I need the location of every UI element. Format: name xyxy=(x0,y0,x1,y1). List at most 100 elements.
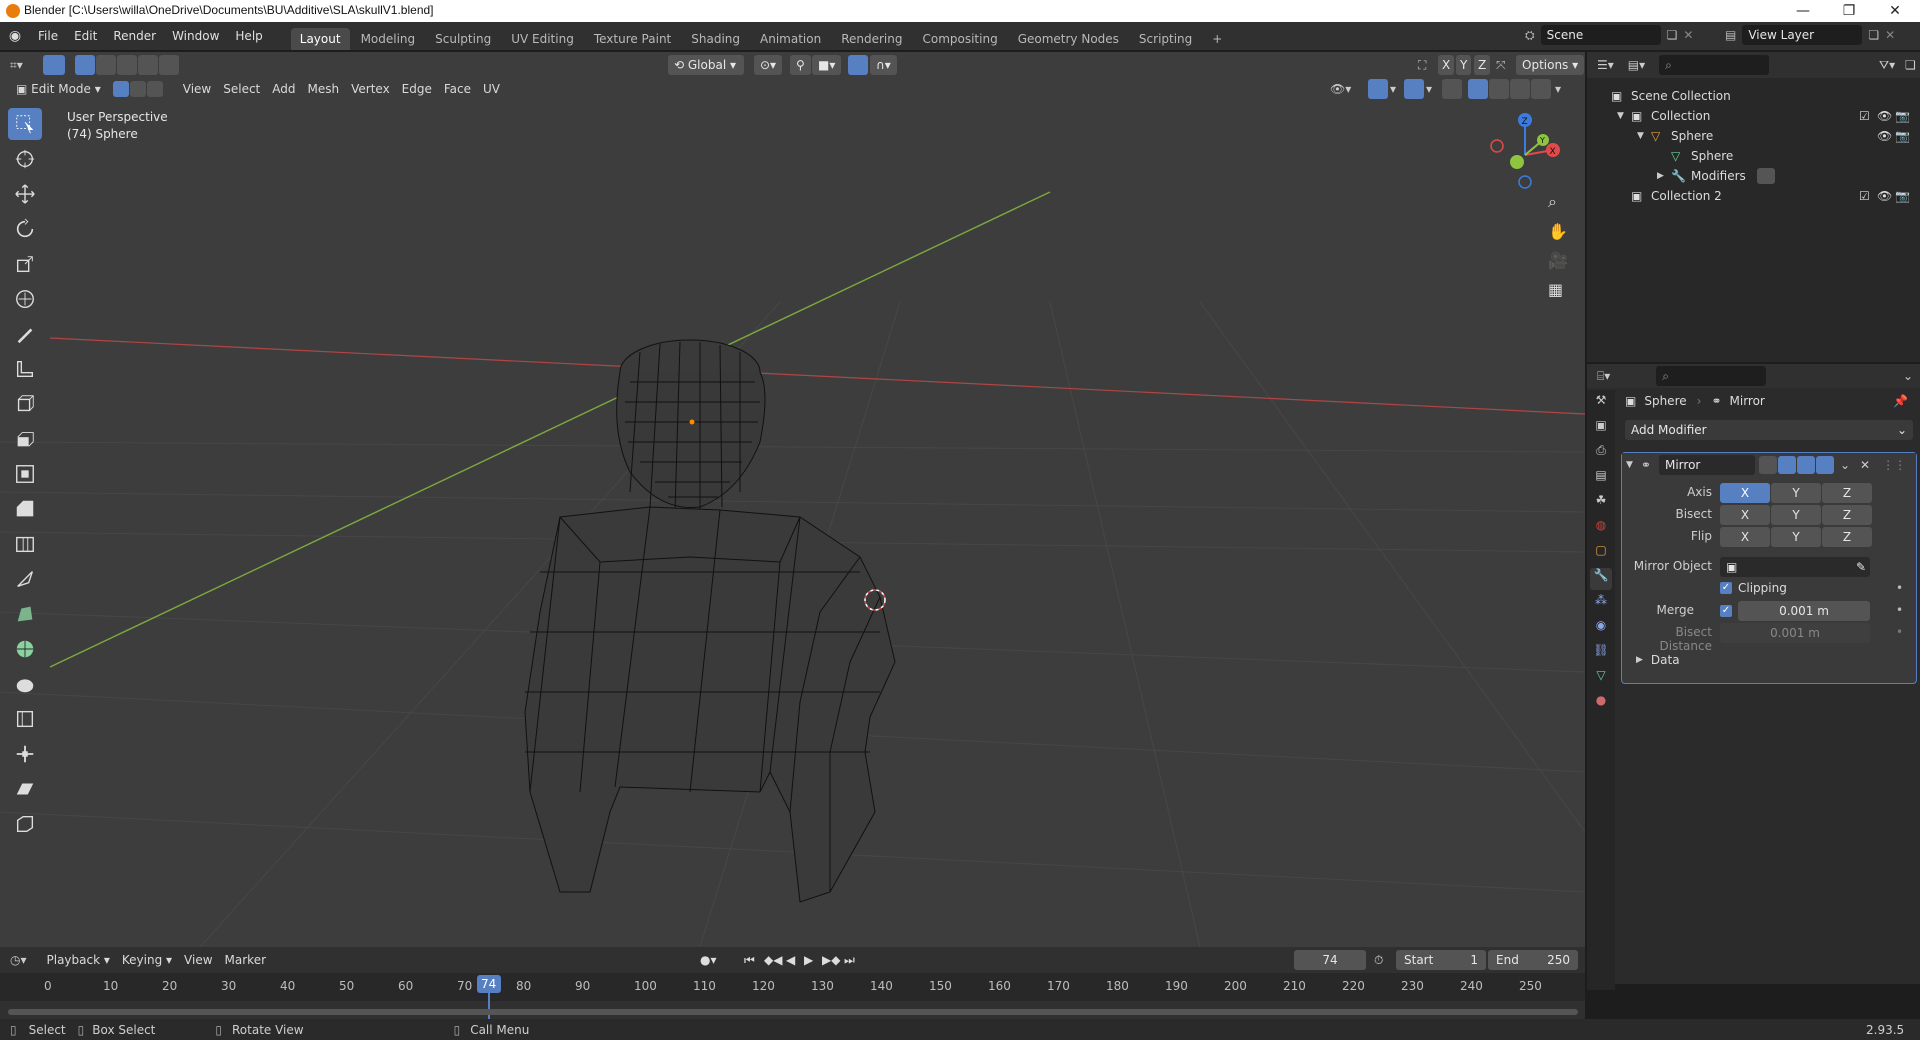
end-frame-field[interactable]: End 250 xyxy=(1488,950,1578,970)
select-new-icon[interactable] xyxy=(74,55,95,75)
tab-geometry-nodes[interactable]: Geometry Nodes xyxy=(1009,28,1128,50)
flip-x-toggle[interactable]: X xyxy=(1720,527,1770,547)
view-layer-selector[interactable]: ▤ View Layer ❏ ✕ xyxy=(1725,25,1895,45)
object-tab-icon[interactable]: ▢ xyxy=(1590,543,1612,565)
bisect-distance-field[interactable]: 0.001 m xyxy=(1720,623,1870,643)
outliner-row-sphere-mesh-data[interactable]: ▽ Sphere xyxy=(1587,146,1920,166)
shrink-fatten-tool[interactable] xyxy=(8,738,42,770)
menu-select[interactable]: Select xyxy=(217,79,266,99)
merge-checkbox[interactable]: ✓ xyxy=(1720,605,1732,617)
select-tool-icon[interactable] xyxy=(42,55,65,75)
menu-mesh[interactable]: Mesh xyxy=(302,79,346,99)
play-reverse-icon[interactable]: ◀ xyxy=(786,953,795,967)
menu-edge[interactable]: Edge xyxy=(396,79,438,99)
world-tab-icon[interactable]: ◍ xyxy=(1590,518,1612,540)
pin-icon[interactable]: 📌 xyxy=(1893,394,1908,408)
navigation-gizmo[interactable]: Z Y X xyxy=(1485,110,1565,190)
menu-marker[interactable]: Marker xyxy=(219,950,272,970)
menu-view[interactable]: View xyxy=(177,79,217,99)
zoom-icon[interactable]: ⌕ xyxy=(1548,192,1568,212)
scene-selector[interactable]: ⛭ Scene ❏ ✕ xyxy=(1525,25,1693,45)
keyframe-dot-icon[interactable]: • xyxy=(1896,603,1903,617)
tab-modeling[interactable]: Modeling xyxy=(352,28,425,50)
knife-tool[interactable] xyxy=(8,563,42,595)
shading-material-icon[interactable] xyxy=(1510,79,1530,99)
mirror-z-toggle[interactable]: Z xyxy=(1474,55,1491,75)
edit-mode-cage-toggle[interactable] xyxy=(1758,456,1777,474)
outliner-search-input[interactable]: ⌕ xyxy=(1659,55,1770,75)
collapse-arrow-icon[interactable]: ▼ xyxy=(1626,460,1633,470)
select-box-tool[interactable] xyxy=(8,108,42,140)
tab-rendering[interactable]: Rendering xyxy=(832,28,911,50)
menu-file[interactable]: File xyxy=(30,22,66,50)
next-keyframe-icon[interactable]: ▶◆ xyxy=(822,953,840,967)
jump-start-icon[interactable]: ⏮ xyxy=(744,953,755,968)
snap-target-dropdown[interactable]: ■▾ xyxy=(812,55,842,75)
clipping-checkbox[interactable]: ✓ xyxy=(1720,582,1732,594)
particles-tab-icon[interactable]: ⁂ xyxy=(1590,593,1612,615)
3d-viewport[interactable]: User Perspective (74) Sphere Z Y X ⌕ ✋ 🎥… xyxy=(0,52,1585,947)
gizmo-toggle[interactable] xyxy=(1368,79,1388,99)
proportional-falloff-dropdown[interactable]: ∩▾ xyxy=(870,55,897,75)
menu-timeline-view[interactable]: View xyxy=(178,950,218,970)
tab-scripting[interactable]: Scripting xyxy=(1130,28,1201,50)
data-subpanel[interactable]: ▶ Data xyxy=(1636,653,1680,667)
axis-x-toggle[interactable]: X xyxy=(1720,483,1770,503)
scale-tool[interactable] xyxy=(8,248,42,280)
properties-editor-type-icon[interactable]: ⌸▾ xyxy=(1597,369,1610,384)
add-workspace-icon[interactable]: + xyxy=(1203,28,1231,50)
timeline-editor-type-icon[interactable]: ◷▾ xyxy=(10,953,27,967)
close-button[interactable]: ✕ xyxy=(1872,0,1918,22)
menu-add[interactable]: Add xyxy=(266,79,301,99)
menu-uv[interactable]: UV xyxy=(477,79,506,99)
blender-menu-icon[interactable]: ◉ xyxy=(0,28,30,44)
auto-merge-icon[interactable]: ⤧ xyxy=(1496,58,1506,73)
eye-icon[interactable]: 👁 xyxy=(1877,126,1892,146)
data-tab-icon[interactable]: ▽ xyxy=(1590,668,1612,690)
expand-arrow-icon[interactable]: ▶ xyxy=(1657,166,1664,186)
outliner-editor-type-icon[interactable]: ☰▾ xyxy=(1597,58,1614,72)
xray-toggle[interactable] xyxy=(1442,79,1462,99)
scene-tab-icon[interactable]: ☘ xyxy=(1590,493,1612,515)
overlay-toggle[interactable] xyxy=(1404,79,1424,99)
tool-tab-icon[interactable]: ⚒ xyxy=(1590,393,1612,415)
mirror-y-toggle[interactable]: Y xyxy=(1456,55,1472,75)
cursor-tool[interactable] xyxy=(8,143,42,175)
snap-toggle[interactable]: ⚲ xyxy=(790,55,811,75)
outliner-row-collection[interactable]: ▼ ▣ Collection ☑ 👁 📷 xyxy=(1587,106,1920,126)
new-view-layer-icon[interactable]: ❏ xyxy=(1868,28,1879,42)
select-intersect-icon[interactable] xyxy=(158,55,179,75)
show-in-render-toggle[interactable] xyxy=(1815,456,1834,474)
camera-render-icon[interactable]: 📷 xyxy=(1895,126,1910,146)
display-mode-icon[interactable]: ▤▾ xyxy=(1628,58,1645,72)
visibility-icon[interactable]: 👁▾ xyxy=(1330,82,1351,96)
show-in-viewport-toggle[interactable] xyxy=(1796,456,1815,474)
keyframe-dot-icon[interactable]: • xyxy=(1896,581,1903,595)
delete-view-layer-icon[interactable]: ✕ xyxy=(1885,28,1895,42)
camera-render-icon[interactable]: 📷 xyxy=(1895,106,1910,126)
flip-z-toggle[interactable]: Z xyxy=(1822,527,1872,547)
bisect-x-toggle[interactable]: X xyxy=(1720,505,1770,525)
outliner-row-sphere-object[interactable]: ▼ ▽ Sphere 👁 📷 xyxy=(1587,126,1920,146)
stopwatch-icon[interactable]: ⏱ xyxy=(1374,953,1383,968)
select-invert-icon[interactable] xyxy=(137,55,158,75)
exclude-checkbox-icon[interactable]: ☑ xyxy=(1859,186,1870,206)
outliner-row-collection-2[interactable]: ▣ Collection 2 ☑ 👁 📷 xyxy=(1587,186,1920,206)
eye-icon[interactable]: 👁 xyxy=(1877,106,1892,126)
viewport-scene[interactable] xyxy=(0,52,1585,947)
bevel-tool[interactable] xyxy=(8,493,42,525)
edge-select-mode-icon[interactable] xyxy=(129,81,146,97)
menu-keying[interactable]: Keying ▾ xyxy=(116,950,178,970)
vertex-select-mode-icon[interactable] xyxy=(112,81,129,97)
mirror-x-toggle[interactable]: X xyxy=(1438,55,1455,75)
playhead[interactable]: 74 xyxy=(476,975,501,993)
shear-tool[interactable] xyxy=(8,773,42,805)
rotate-tool[interactable] xyxy=(8,213,42,245)
pan-hand-icon[interactable]: ✋ xyxy=(1548,222,1568,241)
properties-options-icon[interactable]: ⌄ xyxy=(1903,369,1913,383)
select-extend-icon[interactable] xyxy=(95,55,116,75)
expand-arrow-icon[interactable]: ▼ xyxy=(1617,106,1624,126)
jump-end-icon[interactable]: ⏭ xyxy=(844,953,855,968)
tab-uv-editing[interactable]: UV Editing xyxy=(502,28,583,50)
expand-arrow-icon[interactable]: ▼ xyxy=(1637,126,1644,146)
